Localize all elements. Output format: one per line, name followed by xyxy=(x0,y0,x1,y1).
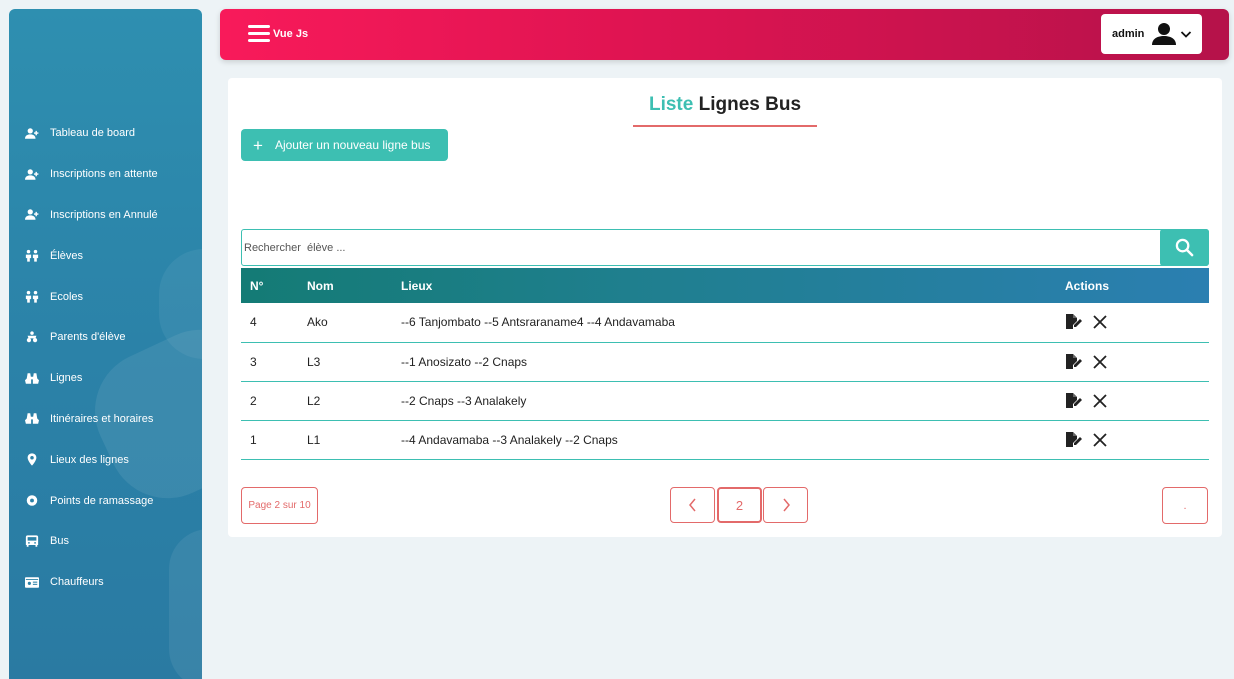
delete-icon[interactable] xyxy=(1093,315,1107,329)
sidebar-item-label: Parents d'élève xyxy=(50,331,126,344)
sidebar-item-parents[interactable]: Parents d'élève xyxy=(9,317,202,358)
sidebar-item-label: Inscriptions en Annulé xyxy=(50,208,158,221)
add-line-button[interactable]: + Ajouter un nouveau ligne bus xyxy=(241,129,448,161)
page-title-text: Lignes Bus xyxy=(698,94,802,115)
top-navbar: Vue Js admin xyxy=(220,9,1229,60)
sidebar-item-label: Inscriptions en attente xyxy=(50,168,158,181)
binoculars-icon xyxy=(24,412,40,426)
sidebar-item-label: Ecoles xyxy=(50,290,84,303)
page-title-accent: Liste xyxy=(648,94,694,115)
column-header-actions: Actions xyxy=(1065,278,1110,293)
sidebar-item-inscriptions-en-annule[interactable]: Inscriptions en Annulé xyxy=(9,195,202,236)
pagination-current-page[interactable]: 2 xyxy=(717,487,762,523)
cell-lieux: --6 Tanjombato --5 Antsraraname4 --4 And… xyxy=(401,303,1065,343)
cell-nom: L1 xyxy=(307,420,401,460)
pagination-next-button[interactable] xyxy=(763,487,808,523)
sidebar-item-lieux[interactable]: Lieux des lignes xyxy=(9,439,202,480)
sidebar-item-eleves[interactable]: Élèves xyxy=(9,235,202,276)
pagination-info: Page 2 sur 10 xyxy=(241,487,318,524)
main-card: Liste Lignes Bus + Ajouter un nouveau li… xyxy=(228,78,1222,537)
cell-actions xyxy=(1065,342,1209,382)
chevron-right-icon xyxy=(782,498,790,512)
sidebar-nav: Tableau de board Inscriptions en attente… xyxy=(9,113,202,603)
children-icon xyxy=(24,290,40,304)
title-underline xyxy=(633,125,817,127)
delete-icon[interactable] xyxy=(1093,432,1107,447)
user-name: admin xyxy=(1112,28,1145,40)
table-row: 1 L1 --4 Andavamaba --3 Analakely --2 Cn… xyxy=(241,420,1209,460)
cell-num: 2 xyxy=(241,381,307,421)
sidebar-item-label: Lignes xyxy=(50,372,83,385)
menu-toggle-icon[interactable] xyxy=(248,25,270,43)
table-row: 3 L3 --1 Anosizato --2 Cnaps xyxy=(241,342,1209,382)
edit-icon[interactable] xyxy=(1065,392,1083,409)
sidebar-item-itineraires[interactable]: Itinéraires et horaires xyxy=(9,399,202,440)
sidebar-item-bus[interactable]: Bus xyxy=(9,521,202,562)
user-plus-icon xyxy=(24,167,40,181)
sidebar-item-lignes[interactable]: Lignes xyxy=(9,358,202,399)
cell-nom: Ako xyxy=(307,303,401,343)
page-title: Liste Lignes Bus xyxy=(228,94,1222,116)
chevron-down-icon xyxy=(1181,31,1192,38)
plus-icon: + xyxy=(253,135,263,155)
sidebar-item-label: Élèves xyxy=(50,249,84,262)
bus-icon xyxy=(24,534,40,548)
column-header-nom: Nom xyxy=(307,278,334,293)
delete-icon[interactable] xyxy=(1093,354,1107,369)
sidebar: Tableau de board Inscriptions en attente… xyxy=(9,9,202,679)
sidebar-item-label: Itinéraires et horaires xyxy=(50,412,154,425)
search-input[interactable] xyxy=(242,230,1160,265)
sidebar-item-points[interactable]: Points de ramassage xyxy=(9,480,202,521)
table-header-row: N° Nom Lieux Actions xyxy=(241,268,1209,303)
binoculars-icon xyxy=(24,371,40,385)
cell-num: 4 xyxy=(241,303,307,343)
search-button[interactable] xyxy=(1160,229,1209,266)
cell-actions xyxy=(1065,420,1209,460)
table-row: 4 Ako --6 Tanjombato --5 Antsraraname4 -… xyxy=(241,303,1209,343)
children-icon xyxy=(24,249,40,263)
user-avatar-icon xyxy=(1152,23,1177,45)
dot-circle-icon xyxy=(24,494,40,508)
pagination-prev-button[interactable] xyxy=(670,487,715,523)
sidebar-item-label: Chauffeurs xyxy=(50,576,104,589)
map-marker-icon xyxy=(24,453,40,467)
lines-table: N° Nom Lieux Actions 4 Ako --6 Tanjombat… xyxy=(241,268,1209,460)
cell-actions xyxy=(1065,381,1209,421)
cell-lieux: --1 Anosizato --2 Cnaps xyxy=(401,342,1065,382)
cell-lieux: --2 Cnaps --3 Analakely xyxy=(401,381,1065,421)
cell-num: 3 xyxy=(241,342,307,382)
column-header-lieux: Lieux xyxy=(401,278,433,293)
sidebar-item-chauffeurs[interactable]: Chauffeurs xyxy=(9,562,202,603)
chevron-left-icon xyxy=(688,498,696,512)
column-header-num: N° xyxy=(250,278,264,293)
user-menu-button[interactable]: admin xyxy=(1101,14,1202,54)
search-icon xyxy=(1175,238,1194,257)
edit-icon[interactable] xyxy=(1065,314,1083,330)
cell-actions xyxy=(1065,303,1209,343)
cell-nom: L2 xyxy=(307,381,401,421)
sidebar-item-inscriptions-en-attente[interactable]: Inscriptions en attente xyxy=(9,154,202,195)
sidebar-item-label: Lieux des lignes xyxy=(50,453,129,466)
add-line-button-label: Ajouter un nouveau ligne bus xyxy=(274,138,431,152)
table-row: 2 L2 --2 Cnaps --3 Analakely xyxy=(241,381,1209,421)
sidebar-item-label: Points de ramassage xyxy=(50,494,154,507)
search-bar xyxy=(241,229,1209,266)
sidebar-item-tableau-de-board[interactable]: Tableau de board xyxy=(9,113,202,154)
sidebar-item-label: Bus xyxy=(50,535,69,548)
user-plus-icon xyxy=(24,208,40,222)
edit-icon[interactable] xyxy=(1065,431,1083,448)
user-plus-icon xyxy=(24,126,40,140)
pagination-end-button[interactable]: . xyxy=(1162,487,1208,524)
delete-icon[interactable] xyxy=(1093,393,1107,408)
family-icon xyxy=(24,330,40,344)
cell-nom: L3 xyxy=(307,342,401,382)
cell-lieux: --4 Andavamaba --3 Analakely --2 Cnaps xyxy=(401,420,1065,460)
edit-icon[interactable] xyxy=(1065,353,1083,370)
id-card-icon xyxy=(24,575,40,589)
sidebar-item-label: Tableau de board xyxy=(50,127,136,140)
brand-label: Vue Js xyxy=(273,28,309,40)
cell-num: 1 xyxy=(241,420,307,460)
sidebar-item-ecoles[interactable]: Ecoles xyxy=(9,276,202,317)
